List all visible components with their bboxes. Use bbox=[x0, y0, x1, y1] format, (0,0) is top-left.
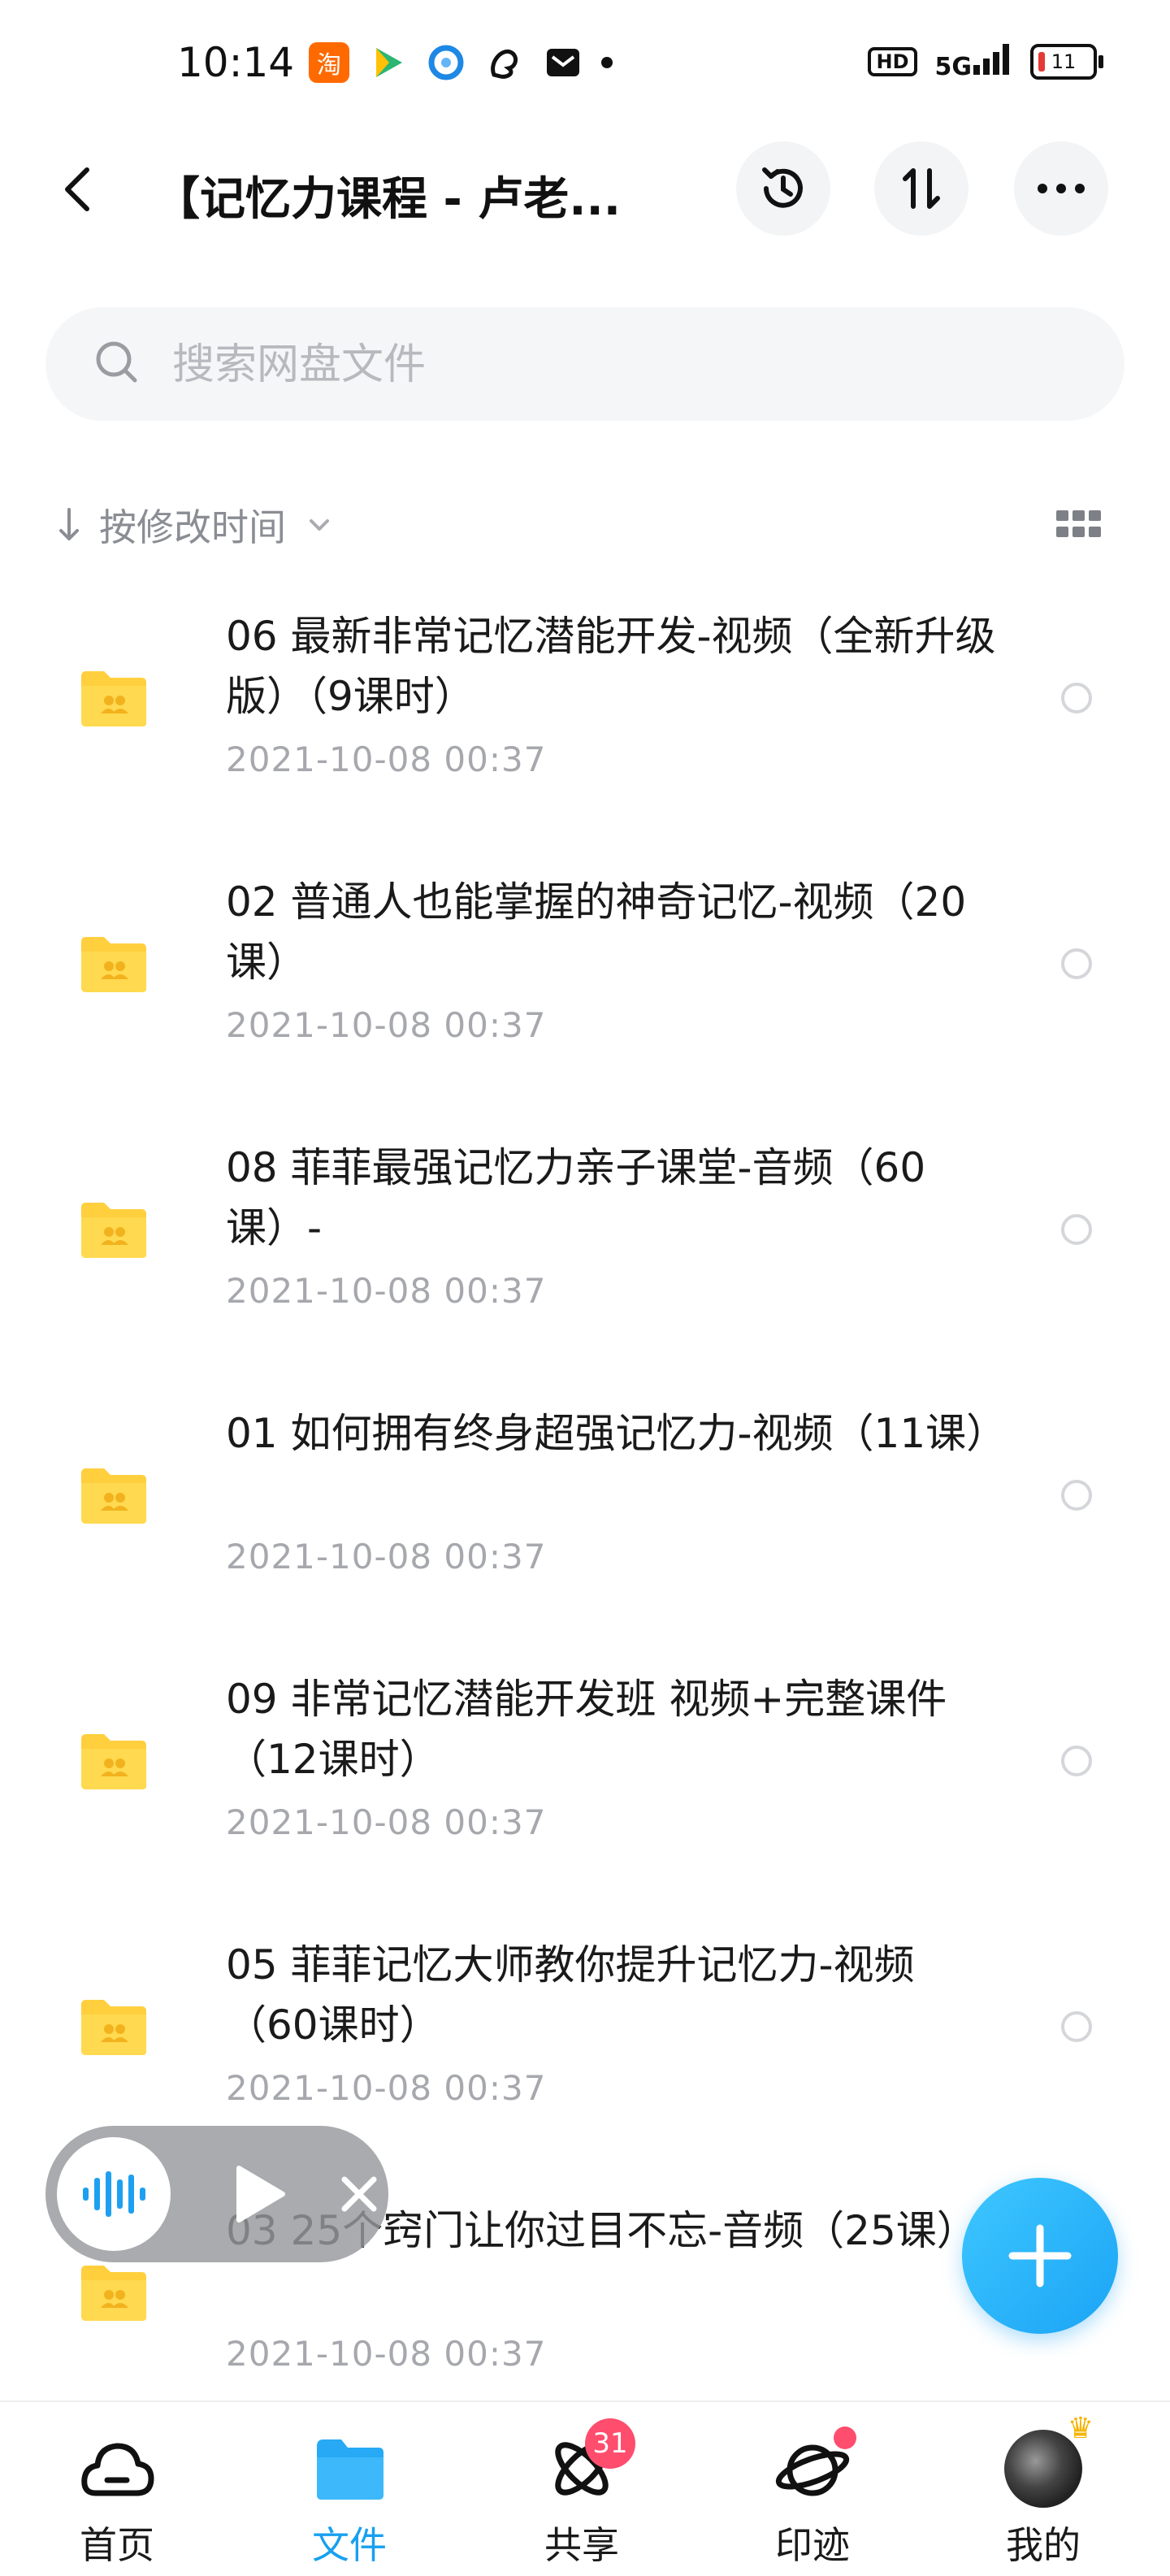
plus-icon bbox=[1008, 2224, 1072, 2288]
network-type: 5G bbox=[934, 53, 973, 81]
select-radio[interactable] bbox=[1061, 1214, 1092, 1245]
file-name: 09 非常记忆潜能开发班 视频+完整课件（12课时） bbox=[226, 1676, 947, 1783]
notification-dot bbox=[834, 2426, 856, 2449]
battery-icon: 11 bbox=[1030, 44, 1103, 80]
file-row[interactable]: 08 菲菲最强记忆力亲子课堂-音频（60课）- 2021-10-08 00:37 bbox=[0, 1108, 1170, 1374]
floating-audio-player[interactable] bbox=[46, 2126, 388, 2262]
top-app-bar: 【记忆力课程 - 卢老... bbox=[0, 130, 1170, 252]
select-radio[interactable] bbox=[1061, 948, 1092, 979]
nav-trace-label: 印迹 bbox=[775, 2523, 850, 2567]
file-row[interactable]: 01 如何拥有终身超强记忆力-视频（11课） 2021-10-08 00:37 bbox=[0, 1374, 1170, 1640]
nav-me[interactable]: ♛ 我的 bbox=[962, 2402, 1124, 2576]
search-bar[interactable] bbox=[46, 307, 1124, 421]
status-time: 10:14 bbox=[177, 39, 295, 86]
more-notifications-dot bbox=[601, 57, 613, 68]
shared-folder-icon bbox=[81, 2000, 146, 2055]
hd-icon: HD bbox=[868, 47, 917, 76]
file-date: 2021-10-08 00:37 bbox=[226, 1537, 547, 1576]
battery-level: 11 bbox=[1051, 50, 1077, 73]
nav-share-label: 共享 bbox=[544, 2523, 619, 2567]
folder-icon bbox=[310, 2430, 388, 2508]
file-name: 08 菲菲最强记忆力亲子课堂-音频（60课）- bbox=[226, 1144, 926, 1251]
cloud-icon bbox=[78, 2430, 156, 2508]
browser-app-icon bbox=[426, 42, 466, 83]
taobao-app-icon: 淘 bbox=[309, 42, 349, 83]
video-app-icon bbox=[367, 42, 408, 83]
nav-trace[interactable]: 印迹 bbox=[731, 2402, 894, 2576]
status-indicators: HD 5G 11 bbox=[868, 42, 1103, 81]
file-name: 02 普通人也能掌握的神奇记忆-视频（20课） bbox=[226, 878, 967, 986]
nav-home-label: 首页 bbox=[80, 2523, 154, 2567]
file-date: 2021-10-08 00:37 bbox=[226, 1005, 547, 1045]
select-radio[interactable] bbox=[1061, 2011, 1092, 2042]
select-radio[interactable] bbox=[1061, 1480, 1092, 1511]
share-badge: 31 bbox=[585, 2418, 635, 2469]
file-date: 2021-10-08 00:37 bbox=[226, 2334, 547, 2374]
file-date: 2021-10-08 00:37 bbox=[226, 1802, 547, 1842]
chevron-down-icon bbox=[310, 519, 329, 531]
play-icon[interactable] bbox=[226, 2162, 291, 2227]
nav-files-label: 文件 bbox=[312, 2523, 387, 2567]
file-name: 01 如何拥有终身超强记忆力-视频（11课） bbox=[226, 1410, 1008, 1457]
shared-folder-icon bbox=[81, 1734, 146, 1789]
planet-icon bbox=[774, 2426, 856, 2508]
shared-folder-icon bbox=[81, 1468, 146, 1524]
user-avatar: ♛ bbox=[1004, 2412, 1094, 2508]
page-title: 【记忆力课程 - 卢老... bbox=[154, 173, 622, 226]
file-name: 06 最新非常记忆潜能开发-视频（全新升级版）（9课时） bbox=[226, 613, 996, 720]
crown-icon: ♛ bbox=[1067, 2412, 1094, 2445]
sort-control[interactable]: 按修改时间 bbox=[57, 492, 332, 557]
avatar: ♛ bbox=[1004, 2412, 1094, 2508]
file-row[interactable]: 06 最新非常记忆潜能开发-视频（全新升级版）（9课时） 2021-10-08 … bbox=[0, 577, 1170, 843]
status-bar: 10:14 淘 HD 5G 11 bbox=[0, 0, 1170, 130]
file-date: 2021-10-08 00:37 bbox=[226, 2068, 547, 2108]
file-name: 05 菲菲记忆大师教你提升记忆力-视频（60课时） bbox=[226, 1941, 915, 2049]
more-options-button[interactable] bbox=[1014, 141, 1108, 236]
shared-folder-icon bbox=[81, 2266, 146, 2321]
shared-folder-icon bbox=[81, 1203, 146, 1258]
add-button[interactable] bbox=[962, 2178, 1118, 2334]
notification-icons: 淘 bbox=[309, 42, 613, 83]
sort-order-button[interactable] bbox=[874, 141, 968, 236]
atom-icon: 31 bbox=[543, 2418, 635, 2508]
nav-share[interactable]: 31 共享 bbox=[500, 2402, 663, 2576]
history-icon bbox=[762, 167, 803, 208]
file-date: 2021-10-08 00:37 bbox=[226, 1271, 547, 1311]
history-button[interactable] bbox=[736, 141, 830, 236]
select-radio[interactable] bbox=[1061, 683, 1092, 713]
squirrel-app-icon bbox=[484, 42, 525, 83]
mail-icon bbox=[543, 42, 583, 83]
file-row[interactable]: 02 普通人也能掌握的神奇记忆-视频（20课） 2021-10-08 00:37 bbox=[0, 843, 1170, 1108]
file-date: 2021-10-08 00:37 bbox=[226, 739, 547, 779]
arrow-down-icon bbox=[59, 508, 79, 540]
audio-player-open-button[interactable] bbox=[57, 2137, 171, 2251]
nav-me-label: 我的 bbox=[1006, 2523, 1081, 2567]
nav-home[interactable]: 首页 bbox=[36, 2402, 198, 2576]
grid-view-icon[interactable] bbox=[1056, 510, 1102, 538]
select-radio[interactable] bbox=[1061, 1746, 1092, 1776]
shared-folder-icon bbox=[81, 671, 146, 726]
close-icon[interactable] bbox=[335, 2170, 384, 2218]
file-row[interactable]: 09 非常记忆潜能开发班 视频+完整课件（12课时） 2021-10-08 00… bbox=[0, 1640, 1170, 1906]
sound-wave-icon bbox=[83, 2171, 145, 2217]
search-icon bbox=[96, 341, 137, 383]
chevron-left-icon bbox=[65, 167, 89, 211]
sort-arrows-icon bbox=[903, 168, 940, 209]
more-horizontal-icon bbox=[1038, 184, 1085, 193]
shared-folder-icon bbox=[81, 937, 146, 992]
nav-files[interactable]: 文件 bbox=[268, 2402, 431, 2576]
sort-label: 按修改时间 bbox=[99, 505, 286, 549]
signal-icon: 5G bbox=[935, 42, 1013, 81]
back-button[interactable] bbox=[49, 161, 106, 218]
bottom-navigation: 首页 文件 31 共享 印迹 ♛ 我的 bbox=[0, 2400, 1170, 2576]
search-input[interactable] bbox=[171, 332, 1068, 398]
